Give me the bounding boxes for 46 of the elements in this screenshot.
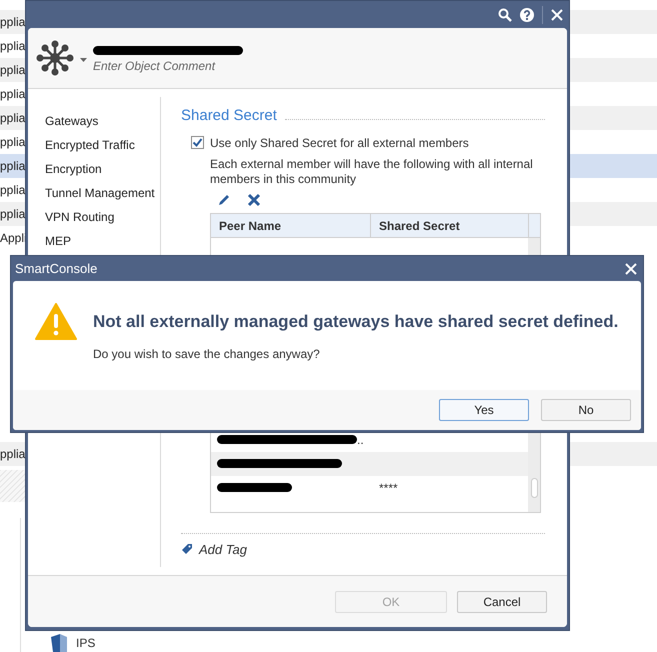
scrollbar-thumb[interactable] (531, 478, 538, 498)
sidebar-item[interactable]: VPN Routing (28, 205, 160, 229)
list-item[interactable]: pplia (0, 178, 25, 202)
list-item[interactable]: pplia (0, 58, 25, 82)
delete-icon[interactable] (247, 192, 261, 206)
list-item[interactable]: pplia (0, 10, 25, 34)
list-item[interactable]: pplia (0, 106, 25, 130)
column-header[interactable]: Peer Name (211, 214, 371, 236)
sidebar-item[interactable]: Tunnel Management (28, 181, 160, 205)
caret-icon[interactable] (80, 58, 87, 62)
sidebar-item[interactable]: MEP (28, 229, 160, 253)
close-icon[interactable] (625, 262, 637, 274)
list-item[interactable]: pplia (0, 34, 25, 58)
yes-button[interactable]: Yes (439, 399, 529, 421)
sidebar-item[interactable]: Encryption (28, 157, 160, 181)
shield-icon (50, 634, 68, 652)
no-button[interactable]: No (541, 399, 631, 421)
comment-field[interactable]: Enter Object Comment (93, 56, 243, 74)
help-icon[interactable] (520, 8, 534, 22)
close-icon[interactable] (551, 8, 563, 20)
list-item[interactable]: pplia (0, 442, 25, 466)
dialog-message: Do you wish to save the changes anyway? (93, 346, 321, 362)
checkbox[interactable] (191, 136, 204, 149)
list-item[interactable]: pplia (0, 154, 25, 178)
tree-item[interactable]: IPS (76, 634, 96, 652)
dialog-title: SmartConsole (15, 260, 98, 278)
network-object-icon (36, 40, 74, 76)
tag-icon[interactable] (181, 543, 193, 556)
hatched-panel (0, 470, 25, 502)
checkbox-label: Use only Shared Secret for all external members (210, 134, 469, 152)
column-header[interactable]: Shared Secret (371, 214, 529, 236)
cancel-button[interactable]: Cancel (457, 590, 547, 612)
section-title: Shared Secret (181, 106, 277, 126)
add-tag-link[interactable]: Add Tag (199, 540, 247, 559)
pencil-icon[interactable] (217, 192, 231, 206)
dialog-heading: Not all externally managed gateways have shared secret defined. (93, 311, 618, 333)
list-item[interactable]: pplia (0, 202, 25, 226)
list-item[interactable]: pplia (0, 130, 25, 154)
sidebar-item[interactable]: Gateways (28, 109, 160, 133)
list-item[interactable]: pplia (0, 82, 25, 106)
table-cell-text: .. (357, 432, 364, 448)
sidebar-item[interactable]: Encrypted Traffic (28, 133, 160, 157)
description-text: Each external member will have the following with all internal members in this community (210, 156, 534, 186)
search-icon[interactable] (498, 8, 512, 22)
table-cell-text: **** (379, 480, 398, 496)
warning-icon (35, 303, 77, 340)
